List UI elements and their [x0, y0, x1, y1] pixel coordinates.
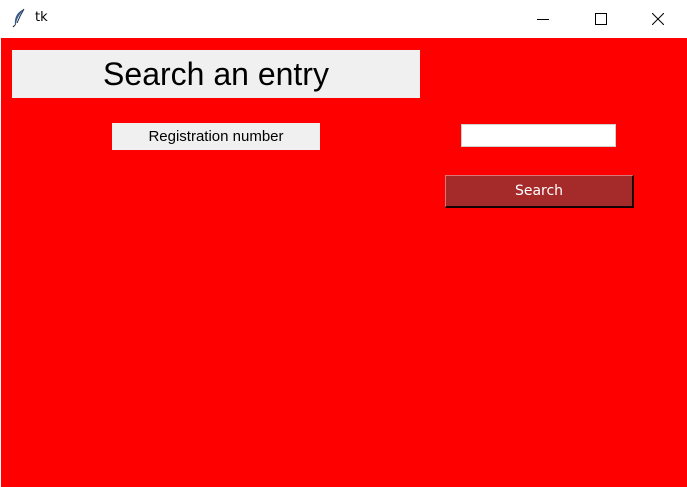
maximize-button[interactable] [572, 0, 630, 38]
close-button[interactable] [629, 0, 687, 38]
registration-number-input[interactable] [461, 124, 616, 147]
close-icon [652, 13, 664, 25]
search-button[interactable]: Search [445, 175, 634, 208]
title-bar[interactable]: tk [0, 0, 687, 38]
search-panel: Search an entry Registration number Sear… [1, 38, 687, 487]
registration-number-label: Registration number [112, 123, 320, 150]
minimize-button[interactable] [514, 0, 572, 38]
page-title: Search an entry [12, 50, 420, 98]
maximize-icon [595, 13, 607, 25]
app-window: tk Search an entry Registration number S… [0, 0, 687, 487]
feather-icon [11, 8, 27, 28]
minimize-icon [537, 19, 549, 20]
window-title: tk [35, 10, 48, 25]
